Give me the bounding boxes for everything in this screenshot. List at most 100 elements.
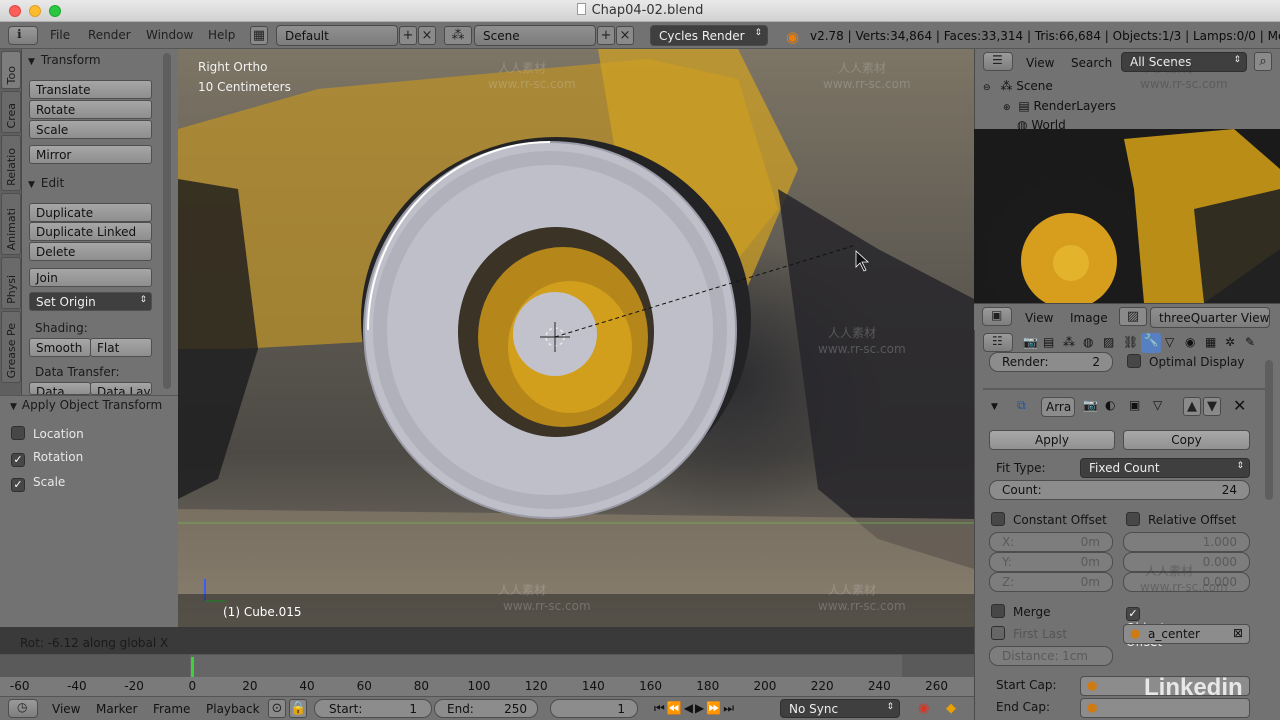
current-frame-field[interactable]: 1 bbox=[550, 699, 638, 718]
modifiers-tab-icon[interactable]: 🔧 bbox=[1141, 333, 1161, 353]
rotation-checkbox[interactable]: ✓ Rotation bbox=[11, 450, 83, 467]
constant-offset-z-field[interactable]: Z: 0m bbox=[989, 572, 1113, 592]
duplicate-linked-button[interactable]: Duplicate Linked bbox=[29, 222, 152, 241]
data-layout-button[interactable]: Data Lay bbox=[90, 382, 152, 395]
cage-toggle-icon[interactable]: ▽ bbox=[1153, 398, 1162, 412]
outliner-search-menu[interactable]: Search bbox=[1071, 56, 1112, 70]
menu-render[interactable]: Render bbox=[88, 28, 131, 42]
constant-offset-y-field[interactable]: Y: 0m bbox=[989, 552, 1113, 572]
location-checkbox[interactable]: Location bbox=[11, 426, 84, 441]
texture-tab-icon[interactable]: ▦ bbox=[1205, 335, 1216, 349]
scene-selector-icon[interactable]: ⁂ bbox=[444, 26, 472, 45]
play-reverse-icon[interactable]: ◀ bbox=[684, 701, 695, 715]
physics-tab-icon[interactable]: ✎ bbox=[1245, 335, 1255, 349]
object-tab-icon[interactable]: ▨ bbox=[1103, 335, 1114, 349]
material-tab-icon[interactable]: ◉ bbox=[1185, 335, 1195, 349]
copy-modifier-button[interactable]: Copy bbox=[1123, 430, 1250, 450]
render-levels-field[interactable]: Render: 2 bbox=[989, 352, 1113, 372]
remove-modifier-icon[interactable]: ✕ bbox=[1233, 396, 1246, 415]
particles-tab-icon[interactable]: ✲ bbox=[1225, 335, 1235, 349]
timeline-playback-menu[interactable]: Playback bbox=[206, 702, 260, 716]
constant-offset-x-field[interactable]: X: 0m bbox=[989, 532, 1113, 552]
flat-button[interactable]: Flat bbox=[90, 338, 152, 357]
tool-shelf-scrollbar[interactable] bbox=[163, 53, 171, 389]
auto-keying-icon[interactable]: ⊙ bbox=[268, 699, 286, 718]
outliner-editor-type-button[interactable]: ☰ bbox=[983, 52, 1013, 71]
screen-layout-icon[interactable]: ▦ bbox=[250, 26, 268, 45]
next-keyframe-icon[interactable]: ⏩ bbox=[706, 701, 723, 715]
data-tab-icon[interactable]: ▽ bbox=[1165, 335, 1174, 349]
image-name-field[interactable]: threeQuarter View... bbox=[1150, 307, 1270, 328]
clear-field-icon[interactable]: ⊠ bbox=[1233, 626, 1243, 640]
scene-tab-icon[interactable]: ⁂ bbox=[1063, 335, 1075, 349]
sync-mode-dropdown[interactable]: No Sync ⇕ bbox=[780, 699, 900, 718]
mirror-button[interactable]: Mirror bbox=[29, 145, 152, 164]
timeline-frame-menu[interactable]: Frame bbox=[153, 702, 190, 716]
reference-image-preview[interactable] bbox=[974, 129, 1280, 303]
current-frame-indicator[interactable] bbox=[191, 657, 194, 677]
timeline[interactable]: -60 -40 -20 0 20 40 60 80 100 120 140 160 180 200 220 2… bbox=[0, 654, 974, 696]
prev-keyframe-icon[interactable]: ⏪ bbox=[667, 701, 684, 715]
record-icon[interactable]: ◉ bbox=[918, 701, 929, 716]
screen-layout-field[interactable]: Default bbox=[276, 25, 398, 46]
image-view-menu[interactable]: View bbox=[1025, 311, 1053, 325]
tab-tools[interactable]: Too bbox=[1, 51, 21, 89]
apply-modifier-button[interactable]: Apply bbox=[989, 430, 1115, 450]
set-origin-dropdown[interactable]: Set Origin ⇕ bbox=[29, 292, 152, 311]
add-screen-icon[interactable]: + bbox=[399, 26, 417, 45]
transform-panel-header[interactable]: ▼ Transform bbox=[28, 53, 101, 67]
data-transfer-button[interactable]: Data bbox=[29, 382, 91, 395]
tab-relations[interactable]: Relatio bbox=[1, 135, 21, 191]
menu-help[interactable]: Help bbox=[208, 28, 235, 42]
tab-grease-pencil[interactable]: Grease Pe bbox=[1, 311, 21, 383]
timeline-track[interactable] bbox=[0, 655, 974, 677]
merge-checkbox[interactable]: Merge bbox=[991, 604, 1050, 619]
operator-panel-header[interactable]: ▼ Apply Object Transform bbox=[10, 398, 162, 412]
viewport-toggle-icon[interactable]: ◐ bbox=[1105, 398, 1115, 412]
add-scene-icon[interactable]: + bbox=[597, 26, 615, 45]
merge-distance-field[interactable]: Distance: 1cm bbox=[989, 646, 1113, 666]
scale-button[interactable]: Scale bbox=[29, 120, 152, 139]
editmode-toggle-icon[interactable]: ▣ bbox=[1129, 398, 1140, 412]
jump-end-icon[interactable]: ⏭ bbox=[723, 701, 736, 715]
play-icon[interactable]: ▶ bbox=[695, 701, 706, 715]
join-button[interactable]: Join bbox=[29, 268, 152, 287]
jump-start-icon[interactable]: ⏮ bbox=[654, 701, 667, 715]
translate-button[interactable]: Translate bbox=[29, 80, 152, 99]
edit-panel-header[interactable]: ▼ Edit bbox=[28, 176, 64, 190]
remove-screen-icon[interactable]: × bbox=[418, 26, 436, 45]
optimal-display-checkbox[interactable]: Optimal Display bbox=[1127, 354, 1245, 369]
delete-button[interactable]: Delete bbox=[29, 242, 152, 261]
start-frame-field[interactable]: Start: 1 bbox=[314, 699, 432, 718]
outliner-item-renderlayers[interactable]: ⊕ ▤ RenderLayers bbox=[1003, 99, 1116, 113]
editor-type-button[interactable]: ℹ bbox=[8, 26, 38, 45]
properties-scrollbar[interactable] bbox=[1265, 360, 1273, 500]
first-last-checkbox[interactable]: First Last bbox=[991, 626, 1067, 641]
collapse-triangle-icon[interactable]: ▼ bbox=[991, 402, 998, 412]
properties-editor-type-button[interactable]: ☷ bbox=[983, 333, 1013, 352]
menu-window[interactable]: Window bbox=[146, 28, 193, 42]
render-toggle-icon[interactable]: 📷 bbox=[1083, 398, 1098, 412]
offset-object-field[interactable]: ⬢ a_center ⊠ bbox=[1123, 624, 1250, 644]
relative-offset-x-field[interactable]: 1.000 bbox=[1123, 532, 1250, 552]
relative-offset-checkbox[interactable]: Relative Offset bbox=[1126, 512, 1236, 527]
lock-icon[interactable]: 🔒 bbox=[289, 699, 307, 718]
image-editor-type-button[interactable]: ▣ bbox=[982, 307, 1012, 326]
tab-physics[interactable]: Physi bbox=[1, 257, 21, 309]
constant-offset-checkbox[interactable]: Constant Offset bbox=[991, 512, 1107, 527]
rotate-button[interactable]: Rotate bbox=[29, 100, 152, 119]
search-icon[interactable]: ⌕ bbox=[1254, 52, 1272, 71]
keyframe-icon[interactable]: ◆ bbox=[946, 701, 956, 716]
timeline-editor-type-button[interactable]: ◷ bbox=[8, 699, 38, 718]
move-up-icon[interactable]: ▲ bbox=[1183, 397, 1201, 416]
image-menu[interactable]: Image bbox=[1070, 311, 1108, 325]
constraints-tab-icon[interactable]: ⛓ bbox=[1123, 335, 1138, 349]
image-browse-icon[interactable]: ▨ bbox=[1119, 307, 1147, 326]
layers-tab-icon[interactable]: ▤ bbox=[1043, 335, 1054, 349]
smooth-button[interactable]: Smooth bbox=[29, 338, 91, 357]
timeline-marker-menu[interactable]: Marker bbox=[96, 702, 137, 716]
fit-type-dropdown[interactable]: Fixed Count ⇕ bbox=[1080, 458, 1250, 478]
tab-animation[interactable]: Animati bbox=[1, 193, 21, 255]
end-frame-field[interactable]: End: 250 bbox=[434, 699, 538, 718]
remove-scene-icon[interactable]: × bbox=[616, 26, 634, 45]
